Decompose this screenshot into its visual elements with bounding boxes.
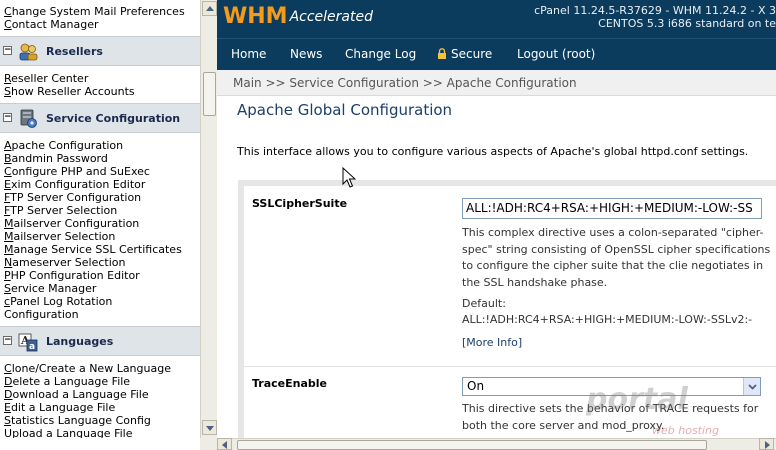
sidebar-group-languages: Clone/Create a New Language Delete a Lan… [0, 362, 200, 438]
whm-logo[interactable]: WHM Accelerated [223, 4, 373, 34]
nav-home[interactable]: Home [231, 47, 266, 61]
sidebar-link-clone-create-language[interactable]: Clone/Create a New Language [0, 362, 200, 375]
version-line-1: cPanel 11.24.5-R37629 - WHM 11.24.2 - X … [534, 4, 776, 17]
sidebar-section-service-configuration[interactable]: − Service Configuration [0, 103, 200, 133]
sidebar-section-title: Resellers [46, 45, 103, 58]
breadcrumb[interactable]: Main >> Service Configuration >> Apache … [217, 70, 776, 96]
chevron-down-icon [748, 384, 757, 390]
sidebar-group-service-configuration: Apache Configuration Bandmin Password Co… [0, 139, 200, 321]
sidebar-link-delete-language-file[interactable]: Delete a Language File [0, 375, 200, 388]
scrollbar-corner [200, 438, 217, 450]
sidebar-link-mailserver-selection[interactable]: Mailserver Selection [0, 230, 200, 243]
languages-icon: A a [18, 333, 38, 352]
sidebar-link-change-system-mail-preferences[interactable]: Change System Mail Preferences [0, 5, 200, 18]
config-default-label: Default: [462, 297, 506, 310]
sidebar-section-title: Languages [46, 335, 114, 348]
sidebar-link-ftp-server-selection[interactable]: FTP Server Selection [0, 204, 200, 217]
mouse-cursor-icon [342, 167, 356, 188]
collapse-toggle-icon[interactable]: − [3, 113, 12, 122]
sidebar-link-download-language-file[interactable]: Download a Language File [0, 388, 200, 401]
sidebar-link-statistics-language-config[interactable]: Statistics Language Config [0, 414, 200, 427]
config-description: This complex directive uses a colon-sepa… [462, 226, 771, 289]
arrow-right-icon [765, 441, 770, 449]
sidebar-link-contact-manager[interactable]: Contact Manager [0, 18, 200, 31]
scroll-up-button[interactable] [202, 1, 217, 16]
config-default-value: ALL:!ADH:RC4+RSA:+HIGH:+MEDIUM:-LOW:-SSL… [462, 313, 753, 326]
sidebar-scrollbar[interactable] [200, 0, 217, 438]
resellers-icon [19, 43, 38, 61]
logo-sub-text: Accelerated [289, 8, 373, 25]
version-line-2: CENTOS 5.3 i686 standard on te [598, 17, 776, 30]
nav-logout[interactable]: Logout (root) [517, 47, 595, 61]
sidebar-link-nameserver-selection[interactable]: Nameserver Selection [0, 256, 200, 269]
sslciphersuite-input[interactable]: ALL:!ADH:RC4+RSA:+HIGH:+MEDIUM:-LOW:-SS [462, 198, 762, 219]
config-table: SSLCipherSuite ALL:!ADH:RC4+RSA:+HIGH:+M… [244, 186, 776, 438]
header-bar: WHM Accelerated cPanel 11.24.5-R37629 - W… [217, 0, 776, 38]
sidebar-link-manage-service-ssl-certificates[interactable]: Manage Service SSL Certificates [0, 243, 200, 256]
sidebar-link-mailserver-configuration[interactable]: Mailserver Configuration [0, 217, 200, 230]
scroll-left-button[interactable] [217, 438, 232, 450]
sidebar-section-title: Service Configuration [46, 112, 181, 125]
nav-secure[interactable]: Secure [437, 47, 492, 61]
select-value: On [467, 379, 485, 393]
sidebar-link-reseller-center[interactable]: Reseller Center [0, 72, 200, 85]
nav-secure-label: Secure [451, 47, 493, 61]
sidebar-link-service-manager[interactable]: Service Manager [0, 282, 200, 295]
sidebar-link-php-configuration-editor[interactable]: PHP Configuration Editor [0, 269, 200, 282]
horizontal-scroll-thumb[interactable] [237, 440, 707, 450]
config-panel: SSLCipherSuite ALL:!ADH:RC4+RSA:+HIGH:+M… [238, 180, 776, 438]
nav-news[interactable]: News [290, 47, 322, 61]
more-info-link[interactable]: [More Info] [462, 335, 776, 352]
dropdown-button[interactable] [743, 378, 760, 395]
sidebar-link-exim-configuration-editor[interactable]: Exim Configuration Editor [0, 178, 200, 191]
sidebar-link-bandmin-password[interactable]: Bandmin Password [0, 152, 200, 165]
sidebar-link-cpanel-log-rotation-cont[interactable]: Configuration [0, 308, 200, 321]
horizontal-scrollbar[interactable] [217, 438, 776, 450]
arrow-up-icon [206, 6, 214, 11]
scroll-down-button[interactable] [202, 420, 217, 435]
nav-change-log[interactable]: Change Log [345, 47, 416, 61]
sidebar-link-upload-language-file[interactable]: Upload a Language File [0, 427, 200, 438]
main-frame: WHM Accelerated cPanel 11.24.5-R37629 - W… [217, 0, 776, 438]
watermark-text: portal [586, 382, 688, 417]
config-label: SSLCipherSuite [252, 197, 348, 210]
watermark-logo: portal [586, 382, 688, 417]
sidebar-group-resellers: Reseller Center Show Reseller Accounts [0, 72, 200, 98]
arrow-left-icon [222, 441, 227, 449]
version-info: cPanel 11.24.5-R37629 - WHM 11.24.2 - X … [534, 4, 776, 30]
sidebar-link-cpanel-log-rotation[interactable]: cPanel Log Rotation [0, 295, 200, 308]
sidebar: Change System Mail Preferences Contact M… [0, 0, 200, 438]
collapse-toggle-icon[interactable]: − [3, 46, 12, 55]
sidebar-section-languages[interactable]: − A a Languages [0, 326, 200, 356]
config-row-sslciphersuite: SSLCipherSuite ALL:!ADH:RC4+RSA:+HIGH:+M… [244, 186, 776, 366]
config-label: TraceEnable [252, 377, 327, 390]
sidebar-link-apache-configuration[interactable]: Apache Configuration [0, 139, 200, 152]
watermark-subtext: web hosting [652, 424, 719, 437]
sidebar-link-edit-language-file[interactable]: Edit a Language File [0, 401, 200, 414]
page-intro: This interface allows you to configure v… [237, 145, 749, 158]
sidebar-link-configure-php-suexec[interactable]: Configure PHP and SuExec [0, 165, 200, 178]
logo-main-text: WHM [223, 4, 288, 29]
svg-text:a: a [29, 342, 35, 352]
sidebar-section-resellers[interactable]: − Resellers [0, 36, 200, 66]
scroll-right-button[interactable] [759, 438, 774, 450]
page-title: Apache Global Configuration [237, 101, 453, 119]
top-nav: Home News Change Log Secure Logout (root… [217, 38, 776, 70]
sidebar-link-show-reseller-accounts[interactable]: Show Reseller Accounts [0, 85, 200, 98]
arrow-down-icon [206, 426, 214, 431]
more-info-text[interactable]: [More Info] [462, 336, 522, 349]
sidebar-link-ftp-server-configuration[interactable]: FTP Server Configuration [0, 191, 200, 204]
sidebar-scroll-thumb[interactable] [203, 72, 216, 116]
sidebar-top-links: Change System Mail Preferences Contact M… [0, 5, 200, 31]
lock-icon [438, 48, 446, 59]
collapse-toggle-icon[interactable]: − [3, 336, 12, 345]
service-config-icon [20, 109, 37, 128]
